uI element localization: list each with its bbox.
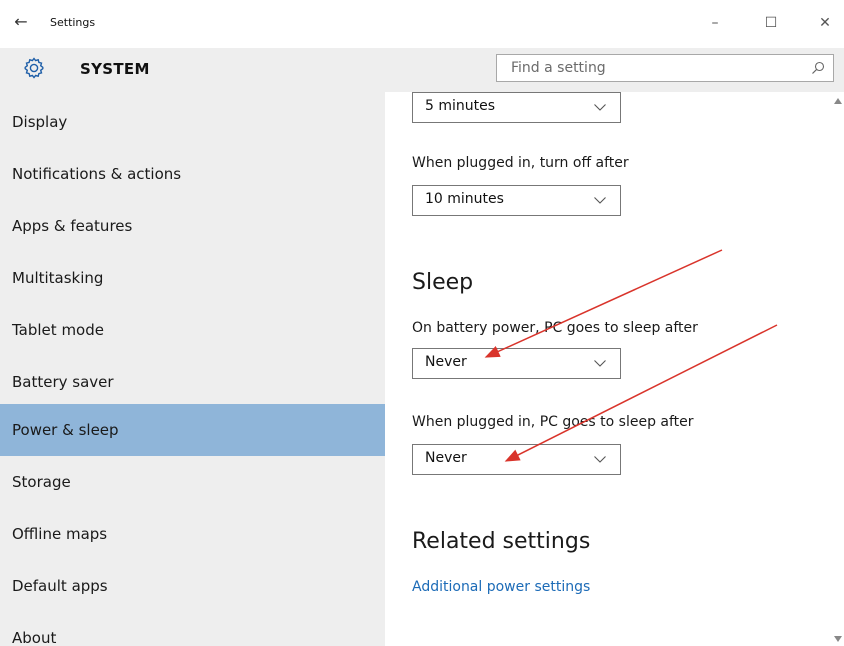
sidebar-item-apps-features[interactable]: Apps & features	[0, 200, 385, 252]
sidebar-item-storage[interactable]: Storage	[0, 456, 385, 508]
search-input[interactable]: Find a setting	[496, 54, 834, 82]
sidebar-item-notifications-actions[interactable]: Notifications & actions	[0, 148, 385, 200]
search-placeholder: Find a setting	[511, 60, 606, 76]
search-icon[interactable]	[811, 61, 825, 75]
dropdown-value: 5 minutes	[425, 98, 496, 114]
screen-plugged-dropdown[interactable]: 10 minutes	[412, 185, 621, 216]
sidebar-item-offline-maps[interactable]: Offline maps	[0, 508, 385, 560]
window-title: Settings	[50, 16, 96, 29]
sidebar-item-power-sleep[interactable]: Power & sleep	[0, 404, 385, 456]
chevron-down-icon	[594, 456, 606, 463]
title-bar: ← Settings – ☐ ✕	[0, 0, 844, 48]
dropdown-value: Never	[425, 354, 467, 370]
chevron-down-icon	[594, 360, 606, 367]
scroll-up-icon[interactable]	[834, 98, 842, 104]
chevron-down-icon	[594, 197, 606, 204]
sidebar-item-display[interactable]: Display	[0, 96, 385, 148]
sidebar-item-about[interactable]: About	[0, 612, 385, 646]
power-sleep-content: 5 minutes When plugged in, turn off afte…	[385, 92, 844, 646]
sleep-heading: Sleep	[412, 270, 474, 295]
close-button[interactable]: ✕	[810, 11, 840, 35]
sleep-battery-dropdown[interactable]: Never	[412, 348, 621, 379]
maximize-button[interactable]: ☐	[756, 11, 786, 35]
sidebar-item-multitasking[interactable]: Multitasking	[0, 252, 385, 304]
related-settings-heading: Related settings	[412, 529, 591, 554]
minimize-button[interactable]: –	[700, 11, 730, 35]
screen-battery-dropdown[interactable]: 5 minutes	[412, 92, 621, 123]
sidebar-item-tablet-mode[interactable]: Tablet mode	[0, 304, 385, 356]
sleep-plugged-dropdown[interactable]: Never	[412, 444, 621, 475]
scroll-down-icon[interactable]	[834, 636, 842, 642]
dropdown-value: Never	[425, 450, 467, 466]
settings-header: SYSTEM Find a setting	[0, 48, 844, 92]
sidebar-item-default-apps[interactable]: Default apps	[0, 560, 385, 612]
gear-icon	[24, 57, 44, 79]
sidebar-item-battery-saver[interactable]: Battery saver	[0, 356, 385, 408]
back-arrow-icon[interactable]: ←	[10, 11, 32, 33]
screen-plugged-label: When plugged in, turn off after	[412, 155, 629, 171]
sleep-battery-label: On battery power, PC goes to sleep after	[412, 320, 698, 336]
dropdown-value: 10 minutes	[425, 191, 504, 207]
sidebar: Display Notifications & actions Apps & f…	[0, 92, 385, 646]
sleep-plugged-label: When plugged in, PC goes to sleep after	[412, 414, 694, 430]
additional-power-settings-link[interactable]: Additional power settings	[412, 579, 590, 595]
page-title: SYSTEM	[80, 60, 150, 78]
chevron-down-icon	[594, 104, 606, 111]
